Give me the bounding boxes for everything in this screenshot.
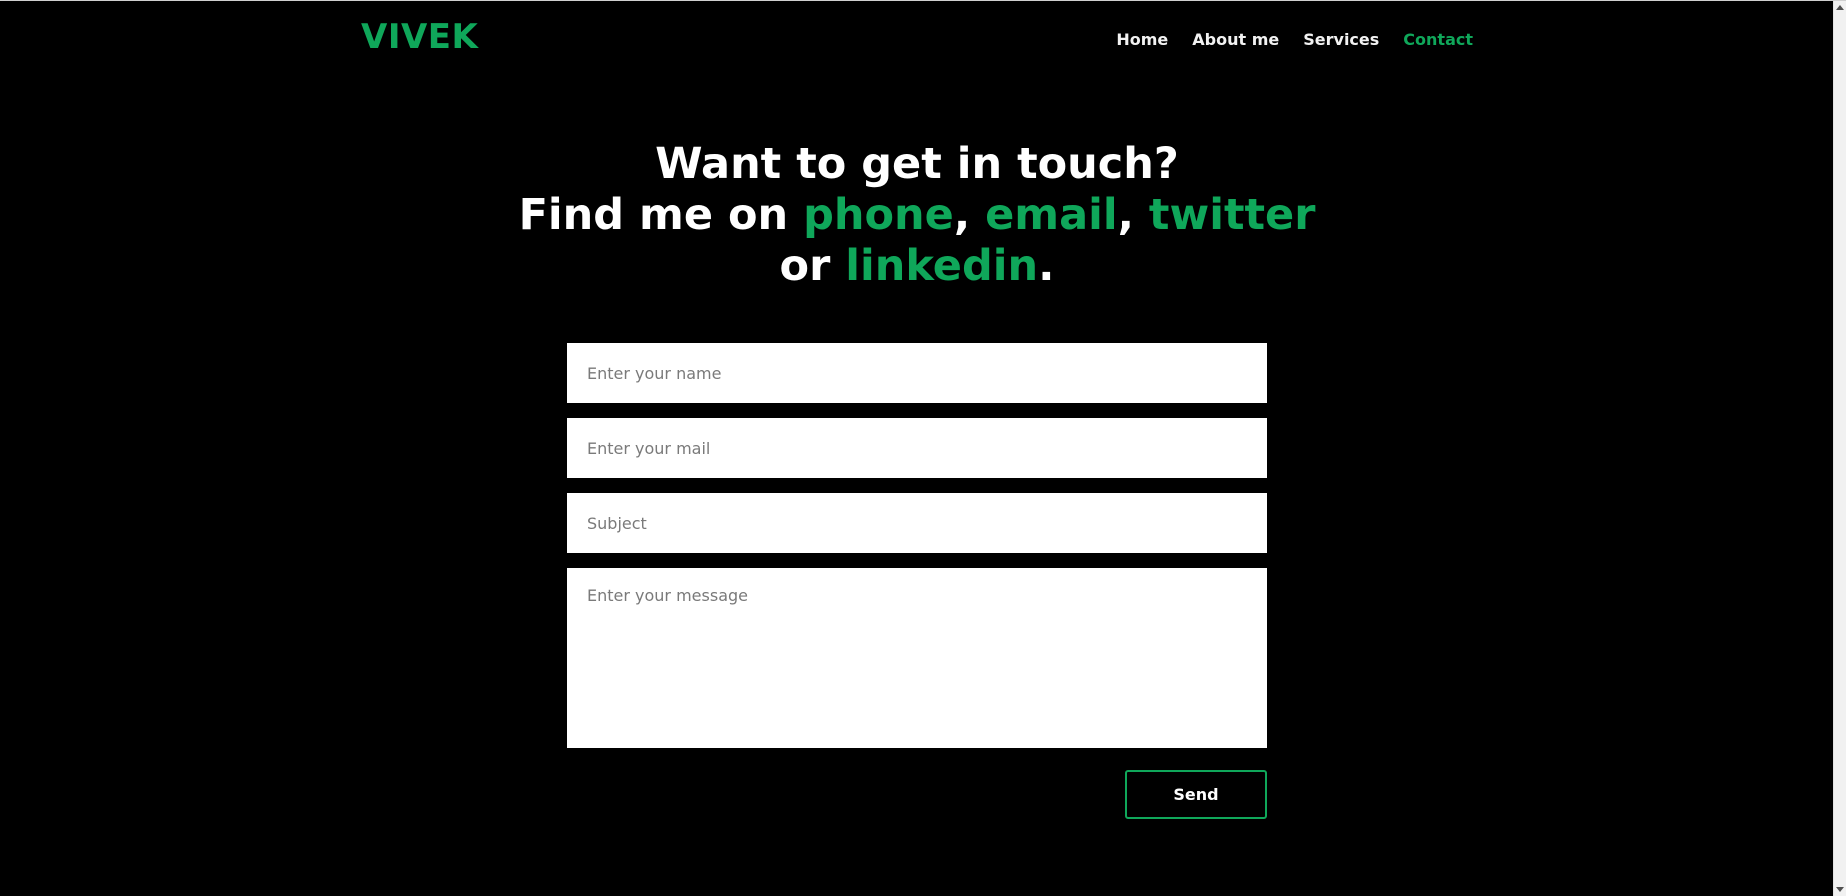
linkedin-link[interactable]: linkedin [845, 241, 1038, 291]
send-button[interactable]: Send [1125, 770, 1267, 819]
heading-comma-2: , [1117, 190, 1149, 240]
heading-or: or [779, 241, 846, 291]
nav-contact[interactable]: Contact [1403, 30, 1473, 49]
send-row: Send [567, 770, 1267, 819]
page-heading: Want to get in touch? Find me on phone, … [500, 139, 1334, 292]
nav-services[interactable]: Services [1303, 30, 1379, 49]
main-nav: Home About me Services Contact [1116, 30, 1473, 49]
heading-period: . [1038, 241, 1055, 291]
scroll-up-arrow-icon[interactable] [1836, 5, 1844, 10]
scroll-down-arrow-icon[interactable] [1836, 887, 1844, 892]
mail-input[interactable] [567, 418, 1267, 478]
site-logo[interactable]: VIVEK [361, 17, 478, 57]
contact-form: Send [567, 343, 1267, 819]
name-input[interactable] [567, 343, 1267, 403]
nav-about-me[interactable]: About me [1192, 30, 1279, 49]
phone-link[interactable]: phone [803, 190, 954, 240]
subject-input[interactable] [567, 493, 1267, 553]
heading-find-prefix: Find me on [518, 190, 804, 240]
email-link[interactable]: email [985, 190, 1117, 240]
vertical-scrollbar[interactable] [1833, 1, 1846, 896]
heading-comma-1: , [953, 190, 986, 240]
page: VIVEK Home About me Services Contact Wan… [0, 0, 1846, 896]
message-textarea[interactable] [567, 568, 1267, 748]
heading-line-1: Want to get in touch? [655, 139, 1179, 189]
twitter-link[interactable]: twitter [1149, 190, 1316, 240]
nav-home[interactable]: Home [1116, 30, 1168, 49]
